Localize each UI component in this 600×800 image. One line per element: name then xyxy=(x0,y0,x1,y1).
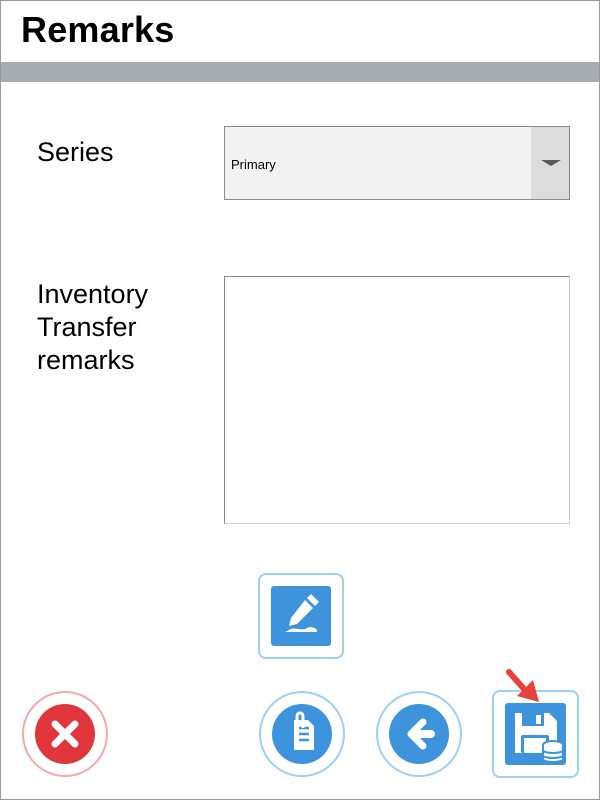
floppy-database-icon xyxy=(515,713,564,763)
red-arrow-pointer-icon xyxy=(506,669,539,702)
series-label: Series xyxy=(37,137,114,167)
chevron-down-icon xyxy=(541,160,561,166)
attachment-document-icon xyxy=(294,711,314,750)
close-icon xyxy=(51,720,79,748)
pen-signature-icon xyxy=(285,594,319,632)
cancel-button-face xyxy=(35,704,95,764)
signature-button[interactable] xyxy=(258,573,344,659)
save-button-face xyxy=(505,703,566,765)
title-divider-bar xyxy=(1,62,599,82)
signature-button-face xyxy=(271,586,331,646)
cancel-button[interactable] xyxy=(22,691,108,777)
remarks-label: Inventory Transfer remarks xyxy=(37,278,207,377)
dropdown-toggle[interactable] xyxy=(531,127,569,199)
series-dropdown[interactable]: Primary xyxy=(224,126,570,200)
back-button[interactable] xyxy=(376,691,462,777)
arrow-left-icon xyxy=(407,718,435,750)
attachment-button[interactable] xyxy=(259,691,345,777)
page-title: Remarks xyxy=(21,9,175,50)
remarks-textarea[interactable] xyxy=(224,276,570,524)
remarks-label-line: remarks xyxy=(37,345,135,375)
back-button-face xyxy=(389,704,449,764)
series-selected-value: Primary xyxy=(231,157,276,172)
remarks-label-line: Inventory xyxy=(37,279,149,309)
attachment-button-face xyxy=(272,704,332,764)
remarks-label-line: Transfer xyxy=(37,312,137,342)
